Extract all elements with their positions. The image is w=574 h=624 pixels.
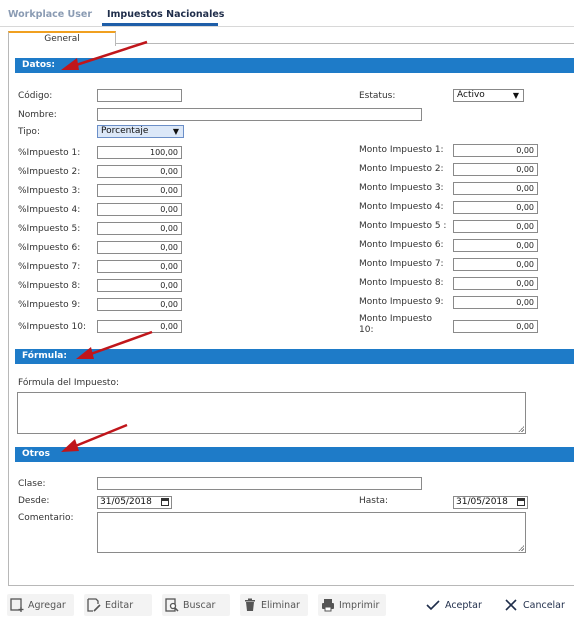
eliminar-button[interactable]: Eliminar [240,594,308,616]
impuesto-2-label: %Impuesto 2: [18,167,81,177]
impuesto-3-input[interactable]: 0,00 [97,184,182,197]
hasta-label: Hasta: [359,496,389,506]
imprimir-label: Imprimir [339,599,380,611]
monto-impuesto-9-input[interactable]: 0,00 [453,296,538,309]
comentario-textarea[interactable] [97,512,526,553]
estatus-label: Estatus: [359,91,396,101]
impuesto-8-label: %Impuesto 8: [18,281,81,291]
monto-impuesto-6-label: Monto Impuesto 6: [359,240,444,250]
search-icon [165,598,179,612]
desde-value: 31/05/2018 [100,497,152,507]
hasta-date-input[interactable]: 31/05/2018 [453,496,528,509]
imprimir-button[interactable]: Imprimir [318,594,386,616]
impuesto-3-label: %Impuesto 3: [18,186,81,196]
monto-impuesto-10-input[interactable]: 0,00 [453,320,538,333]
agregar-button[interactable]: Agregar [7,594,74,616]
impuesto-5-input[interactable]: 0,00 [97,222,182,235]
tipo-label: Tipo: [18,127,40,137]
tipo-value: Porcentaje [101,126,149,136]
impuesto-4-label: %Impuesto 4: [18,205,81,215]
agregar-label: Agregar [28,599,66,611]
monto-impuesto-2-input[interactable]: 0,00 [453,163,538,176]
nombre-label: Nombre: [18,110,57,120]
impuesto-6-input[interactable]: 0,00 [97,241,182,254]
formula-label: Fórmula del Impuesto: [18,378,119,388]
monto-impuesto-10-label-line1: Monto Impuesto [359,314,432,324]
estatus-value: Activo [457,90,485,100]
aceptar-button[interactable]: Aceptar [426,594,482,616]
resize-grip-icon[interactable] [518,545,524,551]
trash-icon [245,598,255,611]
impuesto-5-label: %Impuesto 5: [18,224,81,234]
impuesto-7-label: %Impuesto 7: [18,262,81,272]
estatus-select[interactable]: Activo ▼ [453,89,524,102]
editar-button[interactable]: Editar [84,594,152,616]
tab-workplace-user[interactable]: Workplace User [8,9,92,20]
monto-impuesto-8-input[interactable]: 0,00 [453,277,538,290]
monto-impuesto-5-label: Monto Impuesto 5 : [359,221,447,231]
eliminar-label: Eliminar [261,599,300,611]
annotation-arrow-icon [76,330,153,359]
impuesto-4-input[interactable]: 0,00 [97,203,182,216]
impuesto-8-input[interactable]: 0,00 [97,279,182,292]
monto-impuesto-7-label: Monto Impuesto 7: [359,259,444,269]
monto-impuesto-10-label-line2: 10: [359,325,374,335]
dropdown-arrow-icon: ▼ [512,91,519,100]
codigo-label: Código: [18,91,53,101]
tab-impuestos-nacionales[interactable]: Impuestos Nacionales [107,9,224,20]
clase-input[interactable] [97,477,422,490]
edit-icon [87,598,101,612]
monto-impuesto-9-label: Monto Impuesto 9: [359,297,444,307]
hasta-value: 31/05/2018 [456,497,508,507]
check-icon [426,600,440,611]
monto-impuesto-1-label: Monto Impuesto 1: [359,145,444,155]
resize-grip-icon[interactable] [518,426,524,432]
impuesto-1-input[interactable]: 100,00 [97,146,182,159]
monto-impuesto-1-input[interactable]: 0,00 [453,144,538,157]
cancelar-button[interactable]: Cancelar [504,594,565,616]
clase-label: Clase: [18,479,46,489]
monto-impuesto-6-input[interactable]: 0,00 [453,239,538,252]
monto-impuesto-3-label: Monto Impuesto 3: [359,183,444,193]
calendar-icon[interactable] [517,498,525,506]
impuesto-6-label: %Impuesto 6: [18,243,81,253]
monto-impuesto-8-label: Monto Impuesto 8: [359,278,444,288]
monto-impuesto-4-label: Monto Impuesto 4: [359,202,444,212]
impuesto-2-input[interactable]: 0,00 [97,165,182,178]
tipo-select[interactable]: Porcentaje ▼ [97,125,184,138]
cancelar-label: Cancelar [523,599,565,611]
editar-label: Editar [105,599,134,611]
codigo-input[interactable] [97,89,182,102]
aceptar-label: Aceptar [445,599,482,611]
monto-impuesto-2-label: Monto Impuesto 2: [359,164,444,174]
impuesto-1-label: %Impuesto 1: [18,148,81,158]
dropdown-arrow-icon: ▼ [172,127,179,136]
buscar-button[interactable]: Buscar [162,594,230,616]
printer-icon [322,599,334,612]
buscar-label: Buscar [183,599,216,611]
add-icon [10,598,24,612]
monto-impuesto-3-input[interactable]: 0,00 [453,182,538,195]
annotation-arrow-icon [61,40,148,70]
annotation-arrow-icon [61,423,128,452]
monto-impuesto-4-input[interactable]: 0,00 [453,201,538,214]
impuesto-9-input[interactable]: 0,00 [97,298,182,311]
monto-impuesto-7-input[interactable]: 0,00 [453,258,538,271]
impuesto-9-label: %Impuesto 9: [18,300,81,310]
monto-impuesto-5-input[interactable]: 0,00 [453,220,538,233]
nombre-input[interactable] [97,108,422,121]
comentario-label: Comentario: [18,513,74,523]
desde-date-input[interactable]: 31/05/2018 [97,496,172,509]
tab-divider [0,26,574,27]
calendar-icon[interactable] [161,498,169,506]
close-icon [505,599,517,611]
desde-label: Desde: [18,496,50,506]
impuesto-7-input[interactable]: 0,00 [97,260,182,273]
